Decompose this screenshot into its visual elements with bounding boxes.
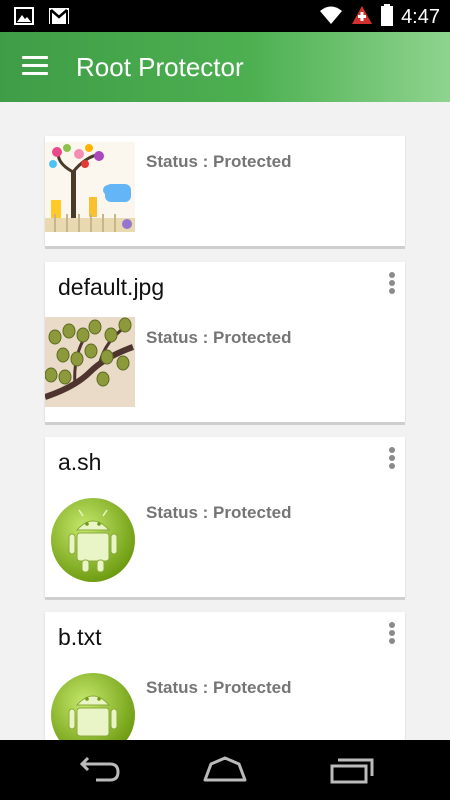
list-item[interactable]: a.sh Status: Protected [45,437,405,597]
back-icon[interactable] [76,754,124,786]
wifi-icon [319,5,343,30]
warning-icon [351,5,373,30]
card-divider [45,597,405,600]
recents-icon[interactable] [328,754,376,786]
image-notification-icon [14,7,34,30]
battery-icon [381,4,394,31]
tree-branch-thumbnail [45,317,135,407]
android-icon [45,669,135,740]
status-text: Status : Protected [146,503,292,522]
app-bar: Root Protector [0,32,450,102]
list-item[interactable]: default.jpg Status : Protected [45,262,405,422]
gmail-icon [48,7,70,30]
card-divider [45,246,405,249]
clock: 4:47 [401,6,440,28]
status-text: Status : Protected [146,678,292,697]
home-icon[interactable] [201,754,249,786]
list-item[interactable]: Status : Protected [45,136,405,246]
file-name: default.jpg [58,274,165,300]
more-options-icon[interactable] [385,622,399,646]
app-title: Root Protector [76,52,244,82]
hamburger-menu-icon[interactable] [22,56,48,78]
more-options-icon[interactable] [385,447,399,471]
file-name: a.sh [58,449,102,475]
card-divider [45,422,405,425]
nursery-tree-thumbnail [45,142,135,232]
navigation-bar [0,740,450,800]
status-bar: 4:47 [0,0,450,32]
more-options-icon[interactable] [385,272,399,296]
list-item[interactable]: b.txt Status: Protected [45,612,405,740]
status-text: Status : Protected [146,152,292,171]
file-name: b.txt [58,624,102,650]
file-list[interactable]: Status : Protected default.jpg Status: … [0,102,450,740]
android-icon [45,494,135,584]
status-text: Status : Protected [146,328,292,347]
